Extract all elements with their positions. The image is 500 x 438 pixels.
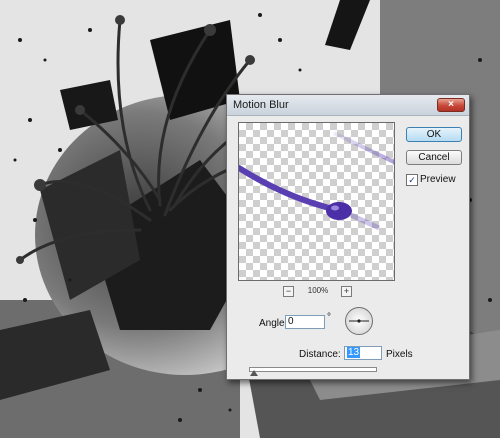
zoom-level: 100% — [307, 286, 329, 295]
angle-input[interactable]: 0 — [285, 315, 325, 329]
dialog-title: Motion Blur — [233, 99, 289, 111]
ok-button[interactable]: OK — [406, 127, 462, 142]
angle-dial-icon[interactable] — [345, 307, 373, 335]
distance-unit: Pixels — [386, 349, 413, 360]
zoom-out-icon[interactable]: − — [283, 286, 294, 297]
dialog-titlebar[interactable]: Motion Blur × — [227, 95, 469, 116]
distance-value: 13 — [347, 347, 361, 358]
zoom-controls: − 100% + — [283, 286, 353, 298]
distance-label: Distance: — [299, 349, 341, 360]
preview-label: Preview — [420, 174, 456, 185]
distance-slider-thumb[interactable] — [250, 370, 258, 376]
cancel-button[interactable]: Cancel — [406, 150, 462, 165]
distance-input[interactable]: 13 — [344, 346, 382, 360]
angle-label: Angle: — [259, 318, 288, 329]
blur-preview[interactable] — [238, 122, 395, 281]
preview-image — [239, 131, 394, 231]
motion-blur-dialog: Motion Blur × − 100% + OK Cancel ✓ Previ… — [226, 94, 470, 380]
distance-slider-track[interactable] — [249, 367, 377, 372]
close-button[interactable]: × — [437, 98, 465, 112]
check-icon[interactable]: ✓ — [406, 174, 418, 186]
angle-unit: ° — [327, 312, 331, 323]
close-icon: × — [448, 99, 454, 110]
zoom-in-icon[interactable]: + — [341, 286, 352, 297]
